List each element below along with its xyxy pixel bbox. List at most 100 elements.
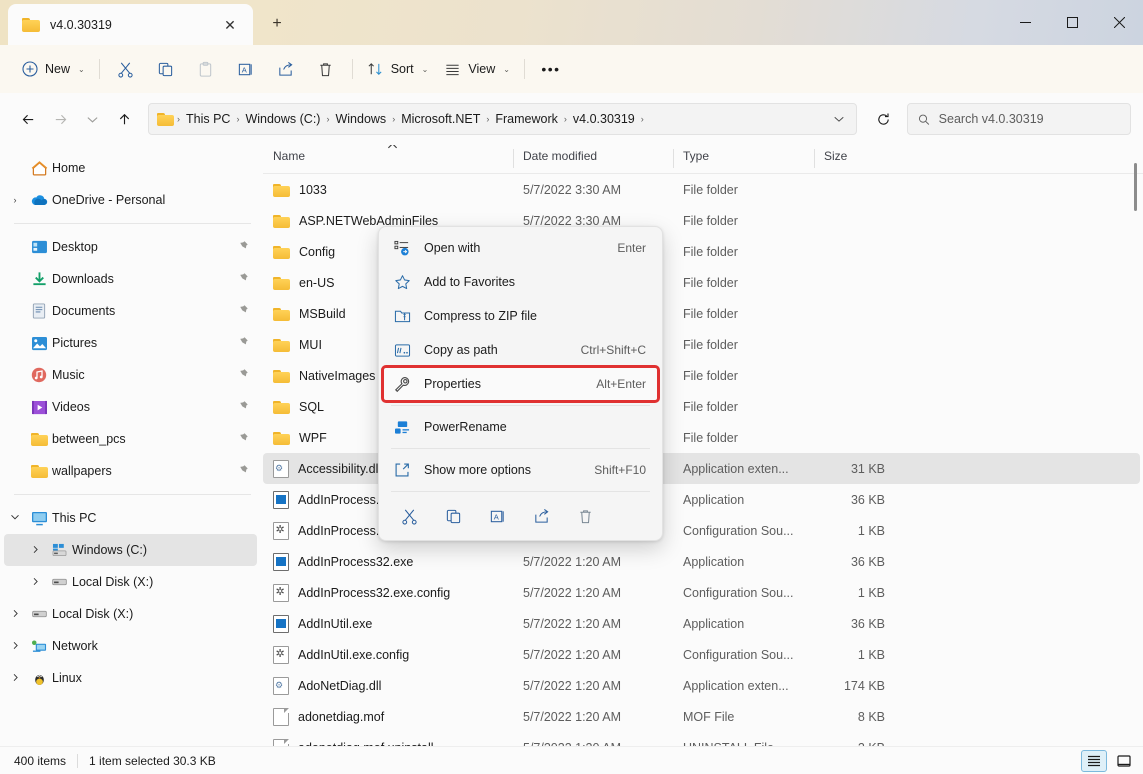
pin-icon[interactable] — [235, 432, 251, 447]
pin-icon[interactable] — [235, 304, 251, 319]
sidebar-item-pictures[interactable]: Pictures — [4, 327, 257, 359]
pin-icon[interactable] — [235, 240, 251, 255]
expand-chevron-icon[interactable] — [4, 673, 26, 684]
breadcrumb-microsoft-net[interactable]: Microsoft.NET — [396, 109, 485, 129]
new-tab-button[interactable]: + — [262, 10, 292, 38]
sidebar-item-wallpapers[interactable]: wallpapers — [4, 455, 257, 487]
table-row[interactable]: 1033 5/7/2022 3:30 AM File folder — [263, 174, 1140, 205]
sidebar-item-linux[interactable]: Linux — [4, 662, 257, 694]
tab-v4-0-30319[interactable]: v4.0.30319 ✕ — [8, 4, 253, 45]
navigation-pane[interactable]: Home › OneDrive - Personal Desktop — [0, 145, 263, 746]
breadcrumb-framework[interactable]: Framework — [490, 109, 563, 129]
sidebar-item-this-pc[interactable]: This PC — [4, 502, 257, 534]
paste-button[interactable] — [186, 53, 226, 85]
table-row[interactable]: AddInUtil.exe 5/7/2022 1:20 AM Applicati… — [263, 608, 1140, 639]
column-headers: Name Date modified Type Size — [263, 145, 1143, 174]
new-button[interactable]: New ⌄ — [14, 53, 93, 85]
collapse-chevron-icon[interactable] — [4, 512, 26, 524]
column-header-name[interactable]: Name — [263, 145, 513, 173]
see-more-button[interactable]: ••• — [531, 53, 571, 85]
expand-chevron-icon[interactable] — [24, 577, 46, 588]
vertical-scrollbar[interactable] — [1130, 145, 1142, 746]
sidebar-item-network[interactable]: Network — [4, 630, 257, 662]
table-row[interactable]: AddInUtil.exe.config 5/7/2022 1:20 AM Co… — [263, 639, 1140, 670]
trash-icon — [317, 61, 334, 78]
sidebar-item-local-disk-x-1[interactable]: Local Disk (X:) — [4, 566, 257, 598]
sidebar-item-onedrive[interactable]: › OneDrive - Personal — [4, 184, 257, 216]
context-menu-item-show-more-options[interactable]: Show more options Shift+F10 — [383, 453, 658, 487]
share-button[interactable] — [266, 53, 306, 85]
expand-chevron-icon[interactable] — [24, 545, 46, 556]
table-row[interactable]: AddInProcess32.exe.config 5/7/2022 1:20 … — [263, 577, 1140, 608]
sidebar-item-downloads[interactable]: Downloads — [4, 263, 257, 295]
sidebar-item-music[interactable]: Music — [4, 359, 257, 391]
recent-locations-button[interactable] — [76, 103, 108, 135]
back-button[interactable] — [12, 103, 44, 135]
pin-icon[interactable] — [235, 400, 251, 415]
address-bar[interactable]: › This PC › Windows (C:) › Windows › Mic… — [148, 103, 857, 135]
address-dropdown-icon[interactable] — [826, 106, 852, 132]
sort-button[interactable]: Sort ⌄ — [359, 53, 437, 85]
close-tab-icon[interactable]: ✕ — [217, 12, 243, 38]
minimize-button[interactable] — [1002, 0, 1049, 45]
sidebar-item-local-disk-x-2[interactable]: Local Disk (X:) — [4, 598, 257, 630]
context-menu-item-compress-to-zip[interactable]: Compress to ZIP file — [383, 299, 658, 333]
context-menu-divider-1 — [391, 405, 650, 406]
expand-chevron-icon[interactable] — [4, 609, 26, 620]
context-menu-item-powerrename[interactable]: PowerRename — [383, 410, 658, 444]
folder-icon — [273, 214, 290, 228]
share-icon-button[interactable] — [521, 500, 561, 532]
toolbar-divider-2 — [352, 59, 353, 79]
delete-button[interactable] — [306, 53, 346, 85]
context-menu-item-add-to-favorites[interactable]: Add to Favorites — [383, 265, 658, 299]
expand-chevron-icon[interactable] — [4, 641, 26, 652]
up-button[interactable] — [108, 103, 140, 135]
sidebar-item-videos[interactable]: Videos — [4, 391, 257, 423]
close-window-button[interactable] — [1096, 0, 1143, 45]
maximize-button[interactable] — [1049, 0, 1096, 45]
refresh-button[interactable] — [867, 103, 899, 135]
cut-icon-button[interactable] — [389, 500, 429, 532]
context-menu-item-properties[interactable]: Properties Alt+Enter — [383, 367, 658, 401]
cut-button[interactable] — [106, 53, 146, 85]
breadcrumb-this-pc[interactable]: This PC — [181, 109, 235, 129]
expand-chevron-icon[interactable]: › — [4, 195, 26, 205]
delete-icon-button[interactable] — [565, 500, 605, 532]
breadcrumb-windows[interactable]: Windows — [330, 109, 391, 129]
pin-icon[interactable] — [235, 336, 251, 351]
search-box[interactable] — [907, 103, 1131, 135]
context-menu-item-open-with[interactable]: Open with Enter — [383, 231, 658, 265]
rename-button[interactable]: A — [226, 53, 266, 85]
rename-icon-button[interactable]: A — [477, 500, 517, 532]
sidebar-item-windows-c[interactable]: Windows (C:) — [4, 534, 257, 566]
file-type: File folder — [673, 183, 814, 197]
pin-icon[interactable] — [235, 368, 251, 383]
table-row[interactable]: adonetdiag.mof.uninstall 5/7/2022 1:20 A… — [263, 732, 1140, 746]
table-row[interactable]: AddInProcess32.exe 5/7/2022 1:20 AM Appl… — [263, 546, 1140, 577]
view-button[interactable]: View ⌄ — [436, 53, 518, 85]
table-row[interactable]: adonetdiag.mof 5/7/2022 1:20 AM MOF File… — [263, 701, 1140, 732]
forward-button[interactable] — [44, 103, 76, 135]
pin-icon[interactable] — [235, 272, 251, 287]
copy-button[interactable] — [146, 53, 186, 85]
column-header-date-modified[interactable]: Date modified — [513, 145, 673, 173]
details-view-button[interactable] — [1081, 750, 1107, 772]
sidebar-item-home[interactable]: Home — [4, 152, 257, 184]
sidebar-item-documents[interactable]: Documents — [4, 295, 257, 327]
table-row[interactable]: AdoNetDiag.dll 5/7/2022 1:20 AM Applicat… — [263, 670, 1140, 701]
sidebar-item-desktop[interactable]: Desktop — [4, 231, 257, 263]
scrollbar-thumb[interactable] — [1134, 163, 1137, 211]
desktop-icon — [26, 240, 52, 254]
sidebar-item-between-pcs[interactable]: between_pcs — [4, 423, 257, 455]
breadcrumb-windows-c[interactable]: Windows (C:) — [240, 109, 325, 129]
breadcrumb-v4-0-30319[interactable]: v4.0.30319 — [568, 109, 640, 129]
file-explorer-window: v4.0.30319 ✕ + New ⌄ — [0, 0, 1143, 774]
column-header-type[interactable]: Type — [673, 145, 814, 173]
column-header-size[interactable]: Size — [814, 145, 899, 173]
context-menu-item-copy-as-path[interactable]: Copy as path Ctrl+Shift+C — [383, 333, 658, 367]
search-input[interactable] — [939, 112, 1120, 126]
pin-icon[interactable] — [235, 464, 251, 479]
context-menu[interactable]: Open with Enter Add to Favorites Compres… — [378, 226, 663, 541]
large-icons-view-button[interactable] — [1111, 750, 1137, 772]
copy-icon-button[interactable] — [433, 500, 473, 532]
